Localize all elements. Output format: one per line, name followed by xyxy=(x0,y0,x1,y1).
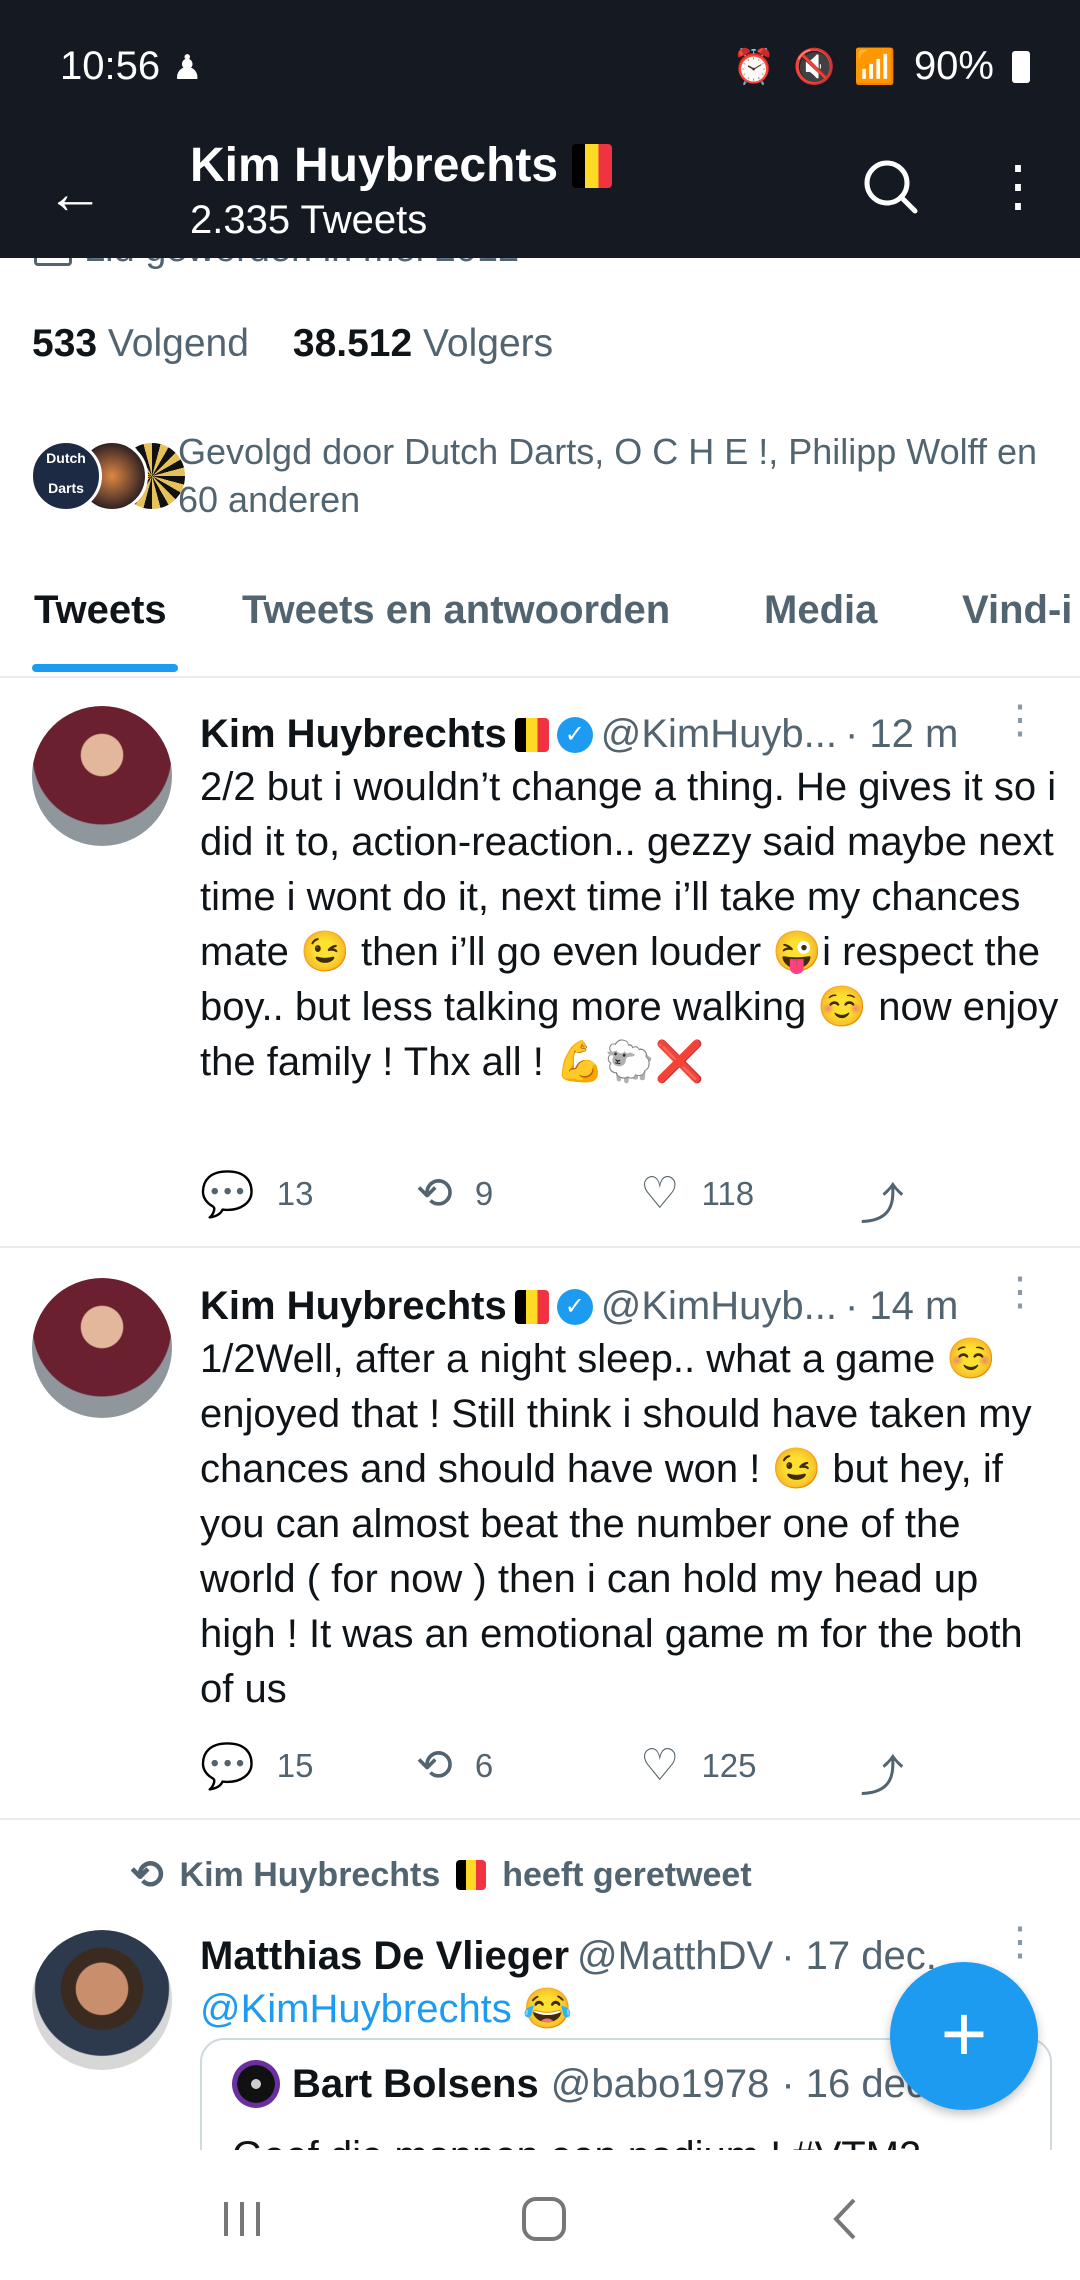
compose-tweet-button[interactable]: + xyxy=(890,1962,1038,2110)
tweet-time: · 12 m xyxy=(844,712,959,756)
avatar: Dutch Darts xyxy=(30,440,102,512)
joined-row: Lid geworden in mei 2012 xyxy=(0,258,1080,288)
tab-likes[interactable]: Vind-i xyxy=(962,588,1072,633)
mute-icon: 🔇 xyxy=(793,47,836,86)
system-nav-bar xyxy=(0,2150,1080,2280)
avatar[interactable] xyxy=(32,706,172,846)
back-arrow-icon[interactable]: ← xyxy=(40,158,110,228)
retweet-context-label: heeft geretweet xyxy=(502,1855,752,1894)
share-icon: ⤴ xyxy=(860,1752,904,1801)
avatar xyxy=(232,2060,280,2108)
heart-icon: ♡ xyxy=(640,1741,680,1790)
following-count: 533 xyxy=(32,322,98,365)
person-icon: ♟ xyxy=(172,49,203,87)
tweet-header: Matthias De Vlieger @MatthDV · 17 dec. xyxy=(200,1934,937,1979)
reply-icon: 💬 xyxy=(200,1170,255,1219)
tweet-count: 2.335 Tweets xyxy=(190,198,428,242)
tweet[interactable]: Kim Huybrechts ✓ @KimHuyb... · 12 m ⋮ 2/… xyxy=(0,676,1080,1248)
tweet-header: Kim Huybrechts ✓ @KimHuyb... · 14 m xyxy=(200,1284,958,1329)
retweet-count: 6 xyxy=(474,1746,494,1784)
tweet-text: 1/2Well, after a night sleep.. what a ga… xyxy=(200,1337,1032,1711)
tweet-more-icon[interactable]: ⋮ xyxy=(1000,1272,1040,1312)
heart-icon: ♡ xyxy=(640,1169,680,1218)
search-icon[interactable] xyxy=(860,156,920,216)
recent-apps-icon[interactable] xyxy=(212,2194,272,2244)
alarm-icon: ⏰ xyxy=(732,47,776,86)
share-button[interactable]: ⤴ xyxy=(860,1740,904,1804)
quoted-author-name: Bart Bolsens xyxy=(292,2061,539,2106)
belgium-flag-icon xyxy=(456,1860,487,1890)
verified-badge-icon: ✓ xyxy=(556,1288,593,1325)
profile-header: ← Kim Huybrechts 2.335 Tweets ⋮ xyxy=(0,130,1080,258)
reply-button[interactable]: 💬 13 xyxy=(200,1168,314,1220)
reply-button[interactable]: 💬 15 xyxy=(200,1740,314,1792)
joined-text: Lid geworden in mei 2012 xyxy=(84,258,519,271)
quoted-tweet-header: Bart Bolsens @babo1978 · 16 dec. xyxy=(232,2060,937,2108)
followers-label: Volgers xyxy=(423,322,554,365)
profile-title: Kim Huybrechts xyxy=(190,138,613,193)
like-button[interactable]: ♡ 118 xyxy=(640,1168,754,1219)
like-count: 125 xyxy=(701,1746,757,1784)
wifi-icon: 📶 xyxy=(853,47,896,86)
retweet-icon: ⟲ xyxy=(416,1741,453,1790)
quoted-handle: @babo1978 xyxy=(550,2061,770,2106)
tweet-time: · 14 m xyxy=(844,1284,959,1328)
status-bar: 10:56 ♟ ⏰ 🔇 📶 90% xyxy=(0,0,1080,130)
retweet-count: 9 xyxy=(474,1174,494,1212)
retweet-context[interactable]: ⟲ Kim Huybrechts heeft geretweet xyxy=(130,1852,752,1898)
reply-count: 13 xyxy=(276,1175,314,1212)
like-button[interactable]: ♡ 125 xyxy=(640,1740,757,1791)
back-icon[interactable] xyxy=(816,2194,876,2244)
tweet-text: 2/2 but i wouldn’t change a thing. He gi… xyxy=(200,765,1059,1084)
retweet-icon: ⟲ xyxy=(416,1169,453,1218)
tweet[interactable]: Kim Huybrechts ✓ @KimHuyb... · 14 m ⋮ 1/… xyxy=(0,1248,1080,1820)
tweet-more-icon[interactable]: ⋮ xyxy=(1000,1922,1040,1962)
battery-percent: 90% xyxy=(913,44,994,88)
active-tab-indicator xyxy=(32,664,178,672)
battery-icon xyxy=(1012,50,1030,83)
retweet-button[interactable]: ⟲ 9 xyxy=(416,1168,493,1219)
home-icon[interactable] xyxy=(514,2194,574,2244)
more-options-icon[interactable]: ⋮ xyxy=(990,156,1046,226)
status-icons: ⏰ 🔇 📶 90% xyxy=(733,44,1030,89)
reply-count: 15 xyxy=(276,1747,314,1784)
tab-tweets-and-replies[interactable]: Tweets en antwoorden xyxy=(242,588,670,633)
tab-tweets[interactable]: Tweets xyxy=(34,588,167,633)
tweet-header: Kim Huybrechts ✓ @KimHuyb... · 12 m xyxy=(200,712,958,757)
followed-by-avatars[interactable]: Dutch Darts xyxy=(30,440,188,512)
following-link[interactable]: 533 Volgend xyxy=(32,322,249,366)
tweet-time: · 17 dec. xyxy=(781,1934,937,1978)
followed-by-text[interactable]: Gevolgd door Dutch Darts, O C H E !, Phi… xyxy=(178,428,1038,524)
tweet-handle[interactable]: @KimHuyb... xyxy=(601,1284,837,1329)
avatar[interactable] xyxy=(32,1930,172,2070)
tweet-author-name[interactable]: Kim Huybrechts xyxy=(200,1284,507,1329)
retweet-icon: ⟲ xyxy=(130,1853,164,1897)
retweet-button[interactable]: ⟲ 6 xyxy=(416,1740,493,1791)
tweet-author-name[interactable]: Kim Huybrechts xyxy=(200,712,507,757)
calendar-icon xyxy=(34,258,72,266)
profile-name: Kim Huybrechts xyxy=(190,139,559,192)
avatar[interactable] xyxy=(32,1278,172,1418)
verified-badge-icon: ✓ xyxy=(556,716,593,753)
reply-icon: 💬 xyxy=(200,1742,255,1791)
share-icon: ⤴ xyxy=(860,1180,904,1229)
tweet-handle[interactable]: @MatthDV xyxy=(577,1934,773,1979)
tweet-handle[interactable]: @KimHuyb... xyxy=(601,712,837,757)
belgium-flag-icon xyxy=(514,1289,549,1324)
tweet-author-name[interactable]: Matthias De Vlieger xyxy=(200,1934,569,1979)
belgium-flag-icon xyxy=(514,717,549,752)
followers-link[interactable]: 38.512 Volgers xyxy=(293,322,553,366)
tweet-more-icon[interactable]: ⋮ xyxy=(1000,700,1040,740)
following-label: Volgend xyxy=(107,322,249,365)
joined-text-wrap: Lid geworden in mei 2012 xyxy=(34,258,519,271)
followers-count: 38.512 xyxy=(292,322,413,365)
tab-media[interactable]: Media xyxy=(764,588,877,633)
share-button[interactable]: ⤴ xyxy=(860,1168,904,1232)
belgium-flag-icon xyxy=(572,143,613,188)
status-time: 10:56 xyxy=(60,44,161,88)
follow-stats: 533 Volgend 38.512 Volgers xyxy=(32,322,553,366)
like-count: 118 xyxy=(701,1174,755,1212)
retweet-context-name: Kim Huybrechts xyxy=(179,1855,441,1894)
profile-tabs: Tweets Tweets en antwoorden Media Vind-i xyxy=(0,570,1080,678)
